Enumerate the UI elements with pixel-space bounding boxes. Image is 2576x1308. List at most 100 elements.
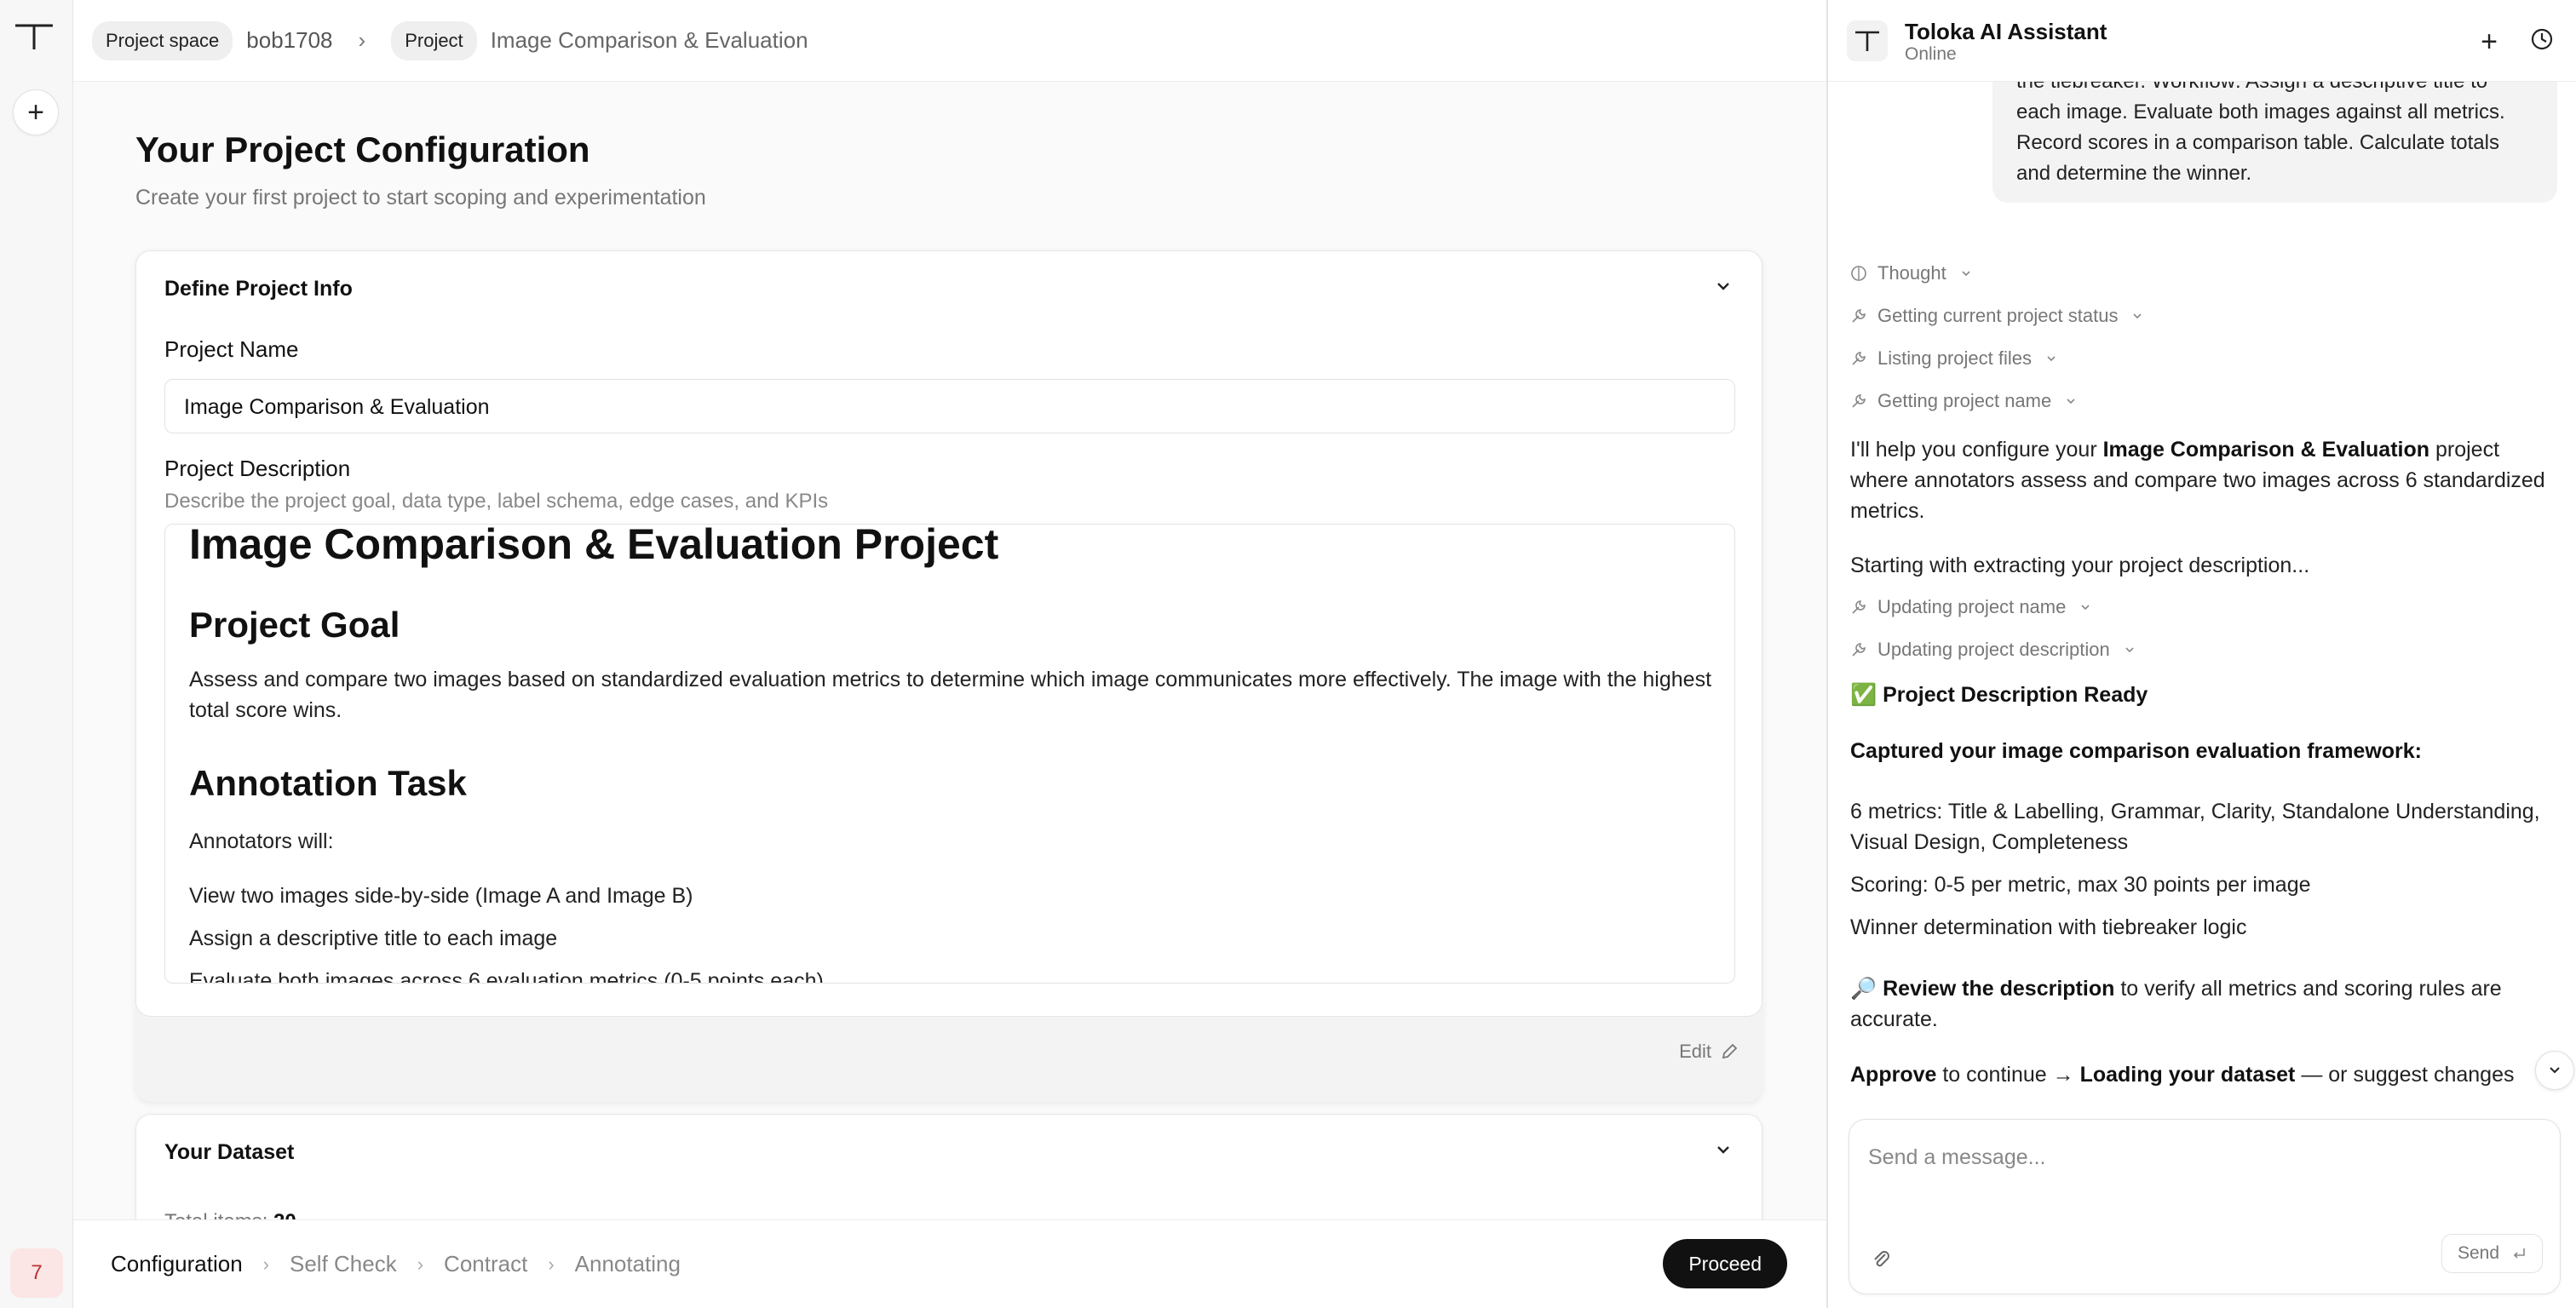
edit-description-button[interactable]: Edit xyxy=(1679,1041,1739,1063)
tool-label: Getting current project status xyxy=(1877,305,2119,326)
chevron-right-icon: › xyxy=(262,1253,269,1275)
project-name-label: Project Name xyxy=(164,336,299,362)
chevron-down-icon xyxy=(2133,313,2142,319)
chevron-down-icon xyxy=(2550,1067,2560,1074)
wrench-icon xyxy=(1852,309,1866,323)
dataset-total-value: 20 xyxy=(273,1210,296,1219)
message-input[interactable]: Send a message... xyxy=(1868,1145,2045,1170)
approve-message: Approve to continue → Loading your datas… xyxy=(1850,1059,2532,1090)
breadcrumb-chevron-icon: › xyxy=(358,27,366,53)
msg-strong: ✅ Project Description Ready xyxy=(1850,683,2148,707)
msg-text: — or suggest changes xyxy=(2295,1063,2515,1087)
chevron-down-icon xyxy=(2125,647,2134,653)
chevron-right-icon: › xyxy=(548,1253,555,1275)
tool-project-status[interactable]: Getting current project status xyxy=(1850,305,2143,327)
step-annotating[interactable]: Annotating xyxy=(575,1251,681,1277)
doc-task-item: Evaluate both images across 6 evaluation… xyxy=(189,969,824,984)
project-description-label: Project Description xyxy=(164,456,351,481)
send-button[interactable]: Send xyxy=(2441,1234,2543,1273)
project-description-editor[interactable]: Image Comparison & Evaluation Project Pr… xyxy=(164,524,1735,984)
tool-list-files[interactable]: Listing project files xyxy=(1850,347,2057,370)
review-message: 🔎 Review the description to verify all m… xyxy=(1850,973,2557,1035)
msg-strong: Loading your dataset xyxy=(2079,1063,2296,1087)
wrench-icon xyxy=(1852,352,1866,365)
assistant-panel: the tiebreaker. Workflow: Assign a descr… xyxy=(1826,0,2576,1308)
assistant-message: I'll help you configure your Image Compa… xyxy=(1850,434,2557,526)
app-root: + 7 Project space bob1708 › Project Imag… xyxy=(0,0,2576,1308)
left-rail: + 7 xyxy=(0,0,73,1308)
project-description-hint: Describe the project goal, data type, la… xyxy=(164,490,829,513)
msg-strong: Review the description xyxy=(1883,977,2115,1001)
toloka-logo-icon[interactable] xyxy=(10,19,58,53)
brain-icon xyxy=(1851,266,1866,281)
tool-update-description[interactable]: Updating project description xyxy=(1850,639,2136,661)
scroll-to-bottom-button[interactable] xyxy=(2535,1051,2574,1090)
avatar[interactable]: 7 xyxy=(10,1248,63,1298)
wrench-icon xyxy=(1852,394,1866,408)
page-subtitle: Create your first project to start scopi… xyxy=(135,186,706,209)
define-project-card-body: Define Project Info Project Name Image C… xyxy=(135,250,1762,1017)
dataset-total-label: Total items: xyxy=(164,1210,267,1219)
doc-task-intro: Annotators will: xyxy=(189,829,334,853)
doc-task-item: View two images side-by-side (Image A an… xyxy=(189,884,693,908)
new-project-button[interactable]: + xyxy=(13,89,59,135)
step-contract[interactable]: Contract xyxy=(444,1251,527,1277)
step-self-check[interactable]: Self Check xyxy=(290,1251,397,1277)
tool-thought[interactable]: Thought xyxy=(1850,262,1972,284)
define-project-card: Define Project Info Project Name Image C… xyxy=(135,250,1762,1102)
assistant-logo-icon xyxy=(1847,20,1888,61)
define-project-title: Define Project Info xyxy=(164,277,353,301)
chevron-down-icon[interactable] xyxy=(1714,1140,1733,1159)
tool-label: Thought xyxy=(1877,262,1946,284)
chevron-down-icon xyxy=(2067,399,2075,404)
summary-bullet: Scoring: 0-5 per metric, max 30 points p… xyxy=(1850,873,2311,897)
chevron-down-icon xyxy=(2047,356,2056,362)
chevron-down-icon xyxy=(2081,605,2090,611)
summary-bullet: Winner determination with tiebreaker log… xyxy=(1850,915,2247,939)
edit-label: Edit xyxy=(1679,1041,1711,1062)
breadcrumb: Project space bob1708 › Project Image Co… xyxy=(73,0,1826,82)
tool-label: Listing project files xyxy=(1877,347,2032,369)
wrench-icon xyxy=(1852,600,1866,614)
captured-heading: Captured your image comparison evaluatio… xyxy=(1850,736,2557,766)
send-label: Send xyxy=(2457,1243,2499,1263)
pencil-icon xyxy=(1722,1043,1738,1059)
doc-heading-goal: Project Goal xyxy=(189,605,400,645)
message-composer[interactable]: Send a message... Send xyxy=(1849,1119,2561,1294)
tool-project-name[interactable]: Getting project name xyxy=(1850,390,2077,412)
main-content: Your Project Configuration Create your f… xyxy=(73,82,1826,1219)
doc-goal-text: Assess and compare two images based on s… xyxy=(189,668,1712,722)
dataset-total: Total items: 20 xyxy=(164,1210,296,1219)
chevron-down-icon[interactable] xyxy=(1714,277,1733,295)
assistant-message: Starting with extracting your project de… xyxy=(1850,554,2310,577)
proceed-button[interactable]: Proceed xyxy=(1663,1239,1787,1288)
breadcrumb-project-name: Image Comparison & Evaluation xyxy=(490,27,808,53)
chevron-right-icon: › xyxy=(417,1253,424,1275)
history-clock-icon[interactable] xyxy=(2530,27,2554,51)
breadcrumb-project-space-pill[interactable]: Project space xyxy=(92,20,233,60)
page-title: Your Project Configuration xyxy=(135,129,590,169)
step-configuration[interactable]: Configuration xyxy=(111,1251,243,1277)
project-name-input[interactable]: Image Comparison & Evaluation xyxy=(164,379,1735,433)
new-chat-icon[interactable]: + xyxy=(2481,26,2498,59)
breadcrumb-project-pill[interactable]: Project xyxy=(391,20,477,60)
chevron-down-icon xyxy=(1962,271,1970,277)
tool-label: Updating project description xyxy=(1877,639,2110,660)
tool-label: Updating project name xyxy=(1877,596,2067,617)
msg-text: I'll help you configure your xyxy=(1850,438,2103,462)
wrench-icon xyxy=(1852,643,1866,657)
doc-task-item: Assign a descriptive title to each image xyxy=(189,926,558,950)
paperclip-icon[interactable] xyxy=(1870,1248,1892,1270)
dataset-title: Your Dataset xyxy=(164,1140,295,1164)
msg-text: to continue → xyxy=(1936,1063,2080,1087)
stepper-bar: Configuration › Self Check › Contract › … xyxy=(73,1219,1826,1308)
assistant-title: Toloka AI Assistant xyxy=(1905,19,2107,44)
msg-strong: Image Comparison & Evaluation xyxy=(2102,438,2430,462)
doc-heading-1: Image Comparison & Evaluation Project xyxy=(189,524,999,568)
breadcrumb-space-name[interactable]: bob1708 xyxy=(246,27,332,54)
tool-update-name[interactable]: Updating project name xyxy=(1850,596,2091,618)
enter-key-icon xyxy=(2513,1248,2525,1259)
summary-bullet: 6 metrics: Title & Labelling, Grammar, C… xyxy=(1850,800,2540,854)
dataset-card: Your Dataset Total items: 20 xyxy=(135,1114,1762,1219)
msg-strong: Captured your image comparison evaluatio… xyxy=(1850,739,2422,763)
